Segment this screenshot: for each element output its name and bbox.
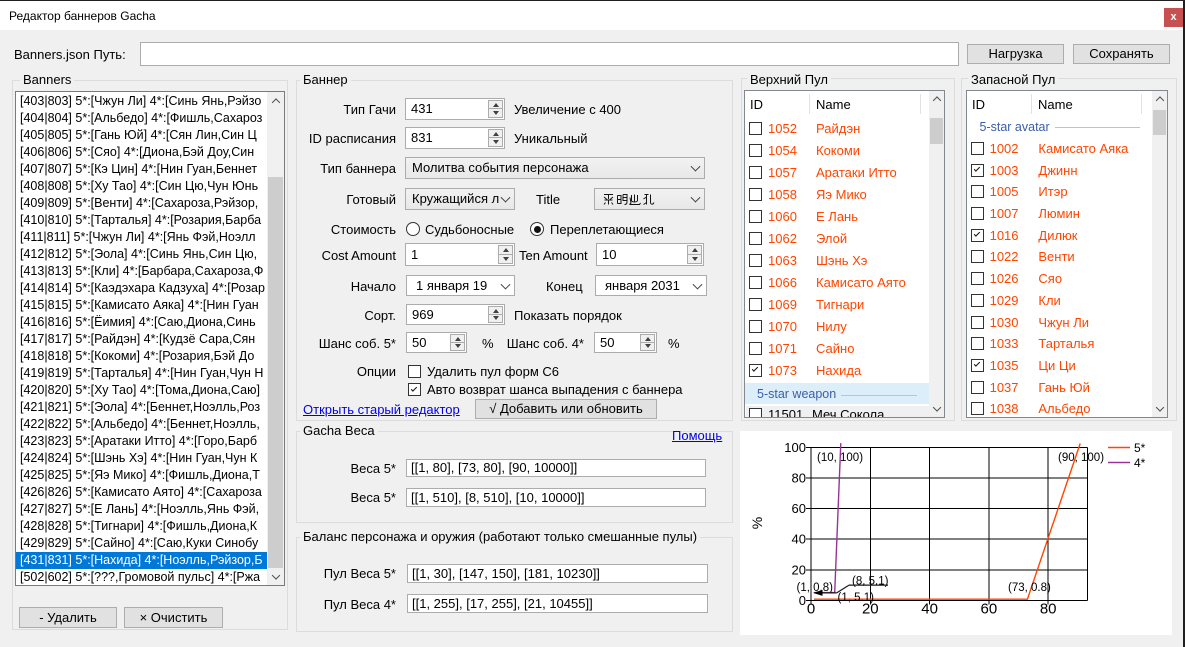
svg-text:100: 100 (784, 440, 806, 455)
svg-text:(10, 100): (10, 100) (817, 452, 863, 464)
svg-text:0: 0 (807, 601, 815, 618)
svg-text:(1, 5.1): (1, 5.1) (838, 592, 875, 604)
svg-text:4*: 4* (1134, 456, 1146, 470)
svg-text:(90, 100): (90, 100) (1058, 452, 1104, 464)
svg-text:40: 40 (921, 601, 938, 618)
svg-text:(73, 0.8): (73, 0.8) (1008, 582, 1051, 594)
svg-text:20: 20 (792, 562, 806, 577)
svg-text:60: 60 (981, 601, 998, 618)
svg-text:80: 80 (1040, 601, 1057, 618)
svg-text:%: % (749, 517, 765, 529)
svg-text:0: 0 (799, 593, 806, 608)
svg-text:80: 80 (792, 471, 806, 486)
svg-text:60: 60 (792, 501, 806, 516)
svg-text:5*: 5* (1134, 441, 1146, 455)
svg-text:(1, 0.8): (1, 0.8) (797, 582, 834, 594)
svg-text:40: 40 (792, 532, 806, 547)
